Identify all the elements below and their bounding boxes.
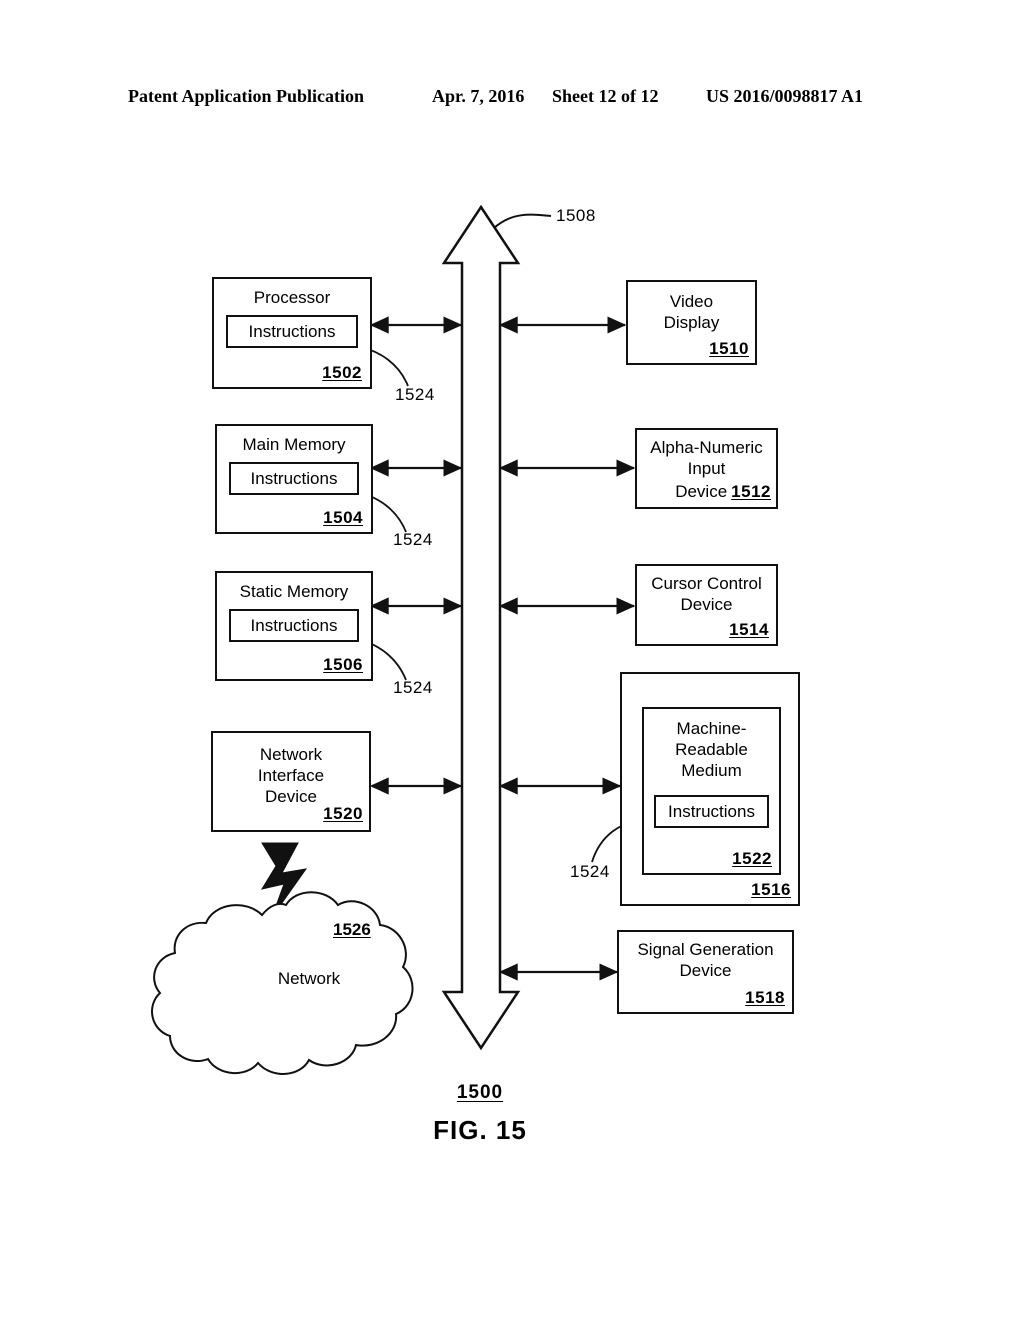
cursor-control-device-ref: 1514 [729, 620, 769, 639]
header-date: Apr. 7, 2016 [432, 86, 525, 106]
network-interface-device-title: Network Interface Device [257, 745, 325, 806]
cursor-control-device-title: Cursor Control Device [651, 574, 762, 614]
network-interface-device-box[interactable]: Network Interface Device 1520 [211, 731, 371, 832]
main-memory-title: Main Memory [242, 435, 346, 454]
main-memory-instructions-box[interactable]: Instructions [229, 462, 359, 495]
header-patent-number: US 2016/0098817 A1 [706, 86, 864, 106]
static-memory-instructions-box[interactable]: Instructions [229, 609, 359, 642]
drive-unit-ref: 1516 [751, 880, 791, 899]
processor-instructions-label: Instructions [248, 322, 336, 341]
patent-figure-page: Patent Application Publication Apr. 7, 2… [0, 0, 1024, 1320]
static-memory-instructions-label: Instructions [250, 616, 338, 635]
network-cloud-ref: 1526 [333, 920, 371, 939]
system-bus-arrow [441, 205, 521, 1050]
system-ref-label: 1500 [456, 1082, 504, 1103]
bus-ref: 1508 [556, 206, 596, 225]
alpha-numeric-input-device-device-word: Device [675, 482, 728, 501]
page-header: Patent Application Publication Apr. 7, 2… [0, 86, 1024, 112]
main-memory-box[interactable]: Main Memory Instructions 1504 [215, 424, 373, 534]
static-memory-box[interactable]: Static Memory Instructions 1506 [215, 571, 373, 681]
static-memory-instructions-leader-ref: 1524 [393, 678, 433, 697]
video-display-title: Video Display [663, 292, 720, 332]
signal-generation-device-ref: 1518 [745, 988, 785, 1007]
drive-unit-box[interactable]: Machine- Readable Medium Instructions 15… [620, 672, 800, 906]
processor-instructions-leader-ref: 1524 [395, 385, 435, 404]
static-memory-ref: 1506 [323, 655, 363, 674]
static-memory-title: Static Memory [239, 582, 349, 601]
network-interface-device-ref: 1520 [323, 804, 363, 823]
alpha-numeric-input-device-title: Alpha-Numeric Input [650, 438, 763, 478]
figure-caption: FIG. 15 [433, 1115, 527, 1145]
medium-instructions-leader-ref: 1524 [570, 862, 610, 881]
machine-readable-medium-title: Machine- Readable Medium [675, 719, 748, 780]
medium-instructions-label: Instructions [668, 802, 755, 821]
main-memory-instructions-leader-ref: 1524 [393, 530, 433, 549]
video-display-ref: 1510 [709, 339, 749, 358]
cursor-control-device-box[interactable]: Cursor Control Device 1514 [635, 564, 778, 646]
header-publication: Patent Application Publication [128, 86, 365, 106]
alpha-numeric-input-device-ref: 1512 [731, 482, 771, 501]
header-sheet: Sheet 12 of 12 [552, 86, 659, 106]
alpha-numeric-input-device-box[interactable]: Alpha-Numeric Input Device 1512 [635, 428, 778, 509]
processor-ref: 1502 [322, 363, 362, 382]
signal-generation-device-title: Signal Generation Device [637, 940, 774, 980]
medium-instructions-box[interactable]: Instructions [654, 795, 769, 828]
machine-readable-medium-box[interactable]: Machine- Readable Medium Instructions 15… [642, 707, 781, 875]
main-memory-ref: 1504 [323, 508, 363, 527]
processor-title: Processor [253, 288, 331, 307]
main-memory-instructions-label: Instructions [250, 469, 338, 488]
processor-instructions-box[interactable]: Instructions [226, 315, 358, 348]
processor-box[interactable]: Processor Instructions 1502 [212, 277, 372, 389]
video-display-box[interactable]: Video Display 1510 [626, 280, 757, 365]
alpha-numeric-input-device-footer: Device 1512 [637, 481, 771, 502]
machine-readable-medium-ref: 1522 [732, 849, 772, 868]
network-cloud-label: Network [277, 969, 341, 988]
signal-generation-device-box[interactable]: Signal Generation Device 1518 [617, 930, 794, 1014]
